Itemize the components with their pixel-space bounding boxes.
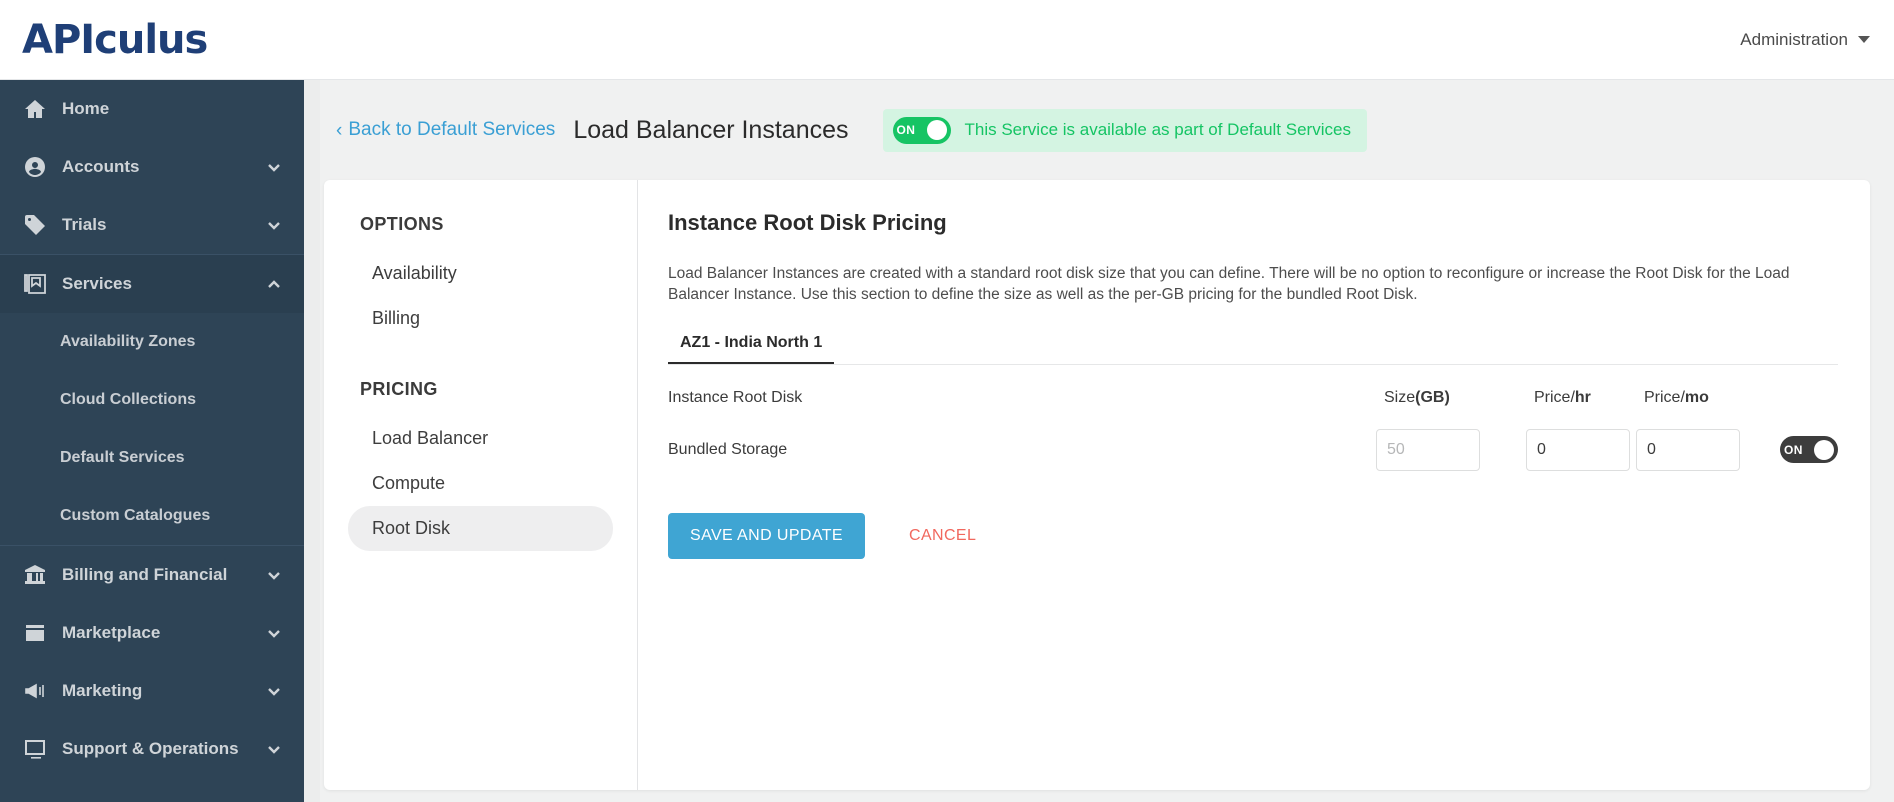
- sidebar-subitem-availability-zones[interactable]: Availability Zones: [0, 313, 304, 371]
- brand-logo-upper: API: [22, 17, 94, 63]
- sidebar-item-label: Trials: [62, 215, 266, 235]
- page-title: Load Balancer Instances: [573, 116, 848, 145]
- sidebar-subitem-cloud-collections[interactable]: Cloud Collections: [0, 371, 304, 429]
- home-icon: [22, 96, 48, 122]
- sidebar-item-trials[interactable]: Trials: [0, 196, 304, 254]
- table-row: Bundled Storage ON: [668, 429, 1838, 471]
- price-mo-input[interactable]: [1636, 429, 1740, 471]
- availability-text: This Service is available as part of Def…: [965, 120, 1351, 140]
- pricing-table-header: Instance Root Disk Size(GB) Price/hr Pri…: [668, 389, 1838, 407]
- content-heading: Instance Root Disk Pricing: [668, 210, 1838, 236]
- column-header-price-mo-unit: mo: [1685, 389, 1709, 406]
- chevron-down-icon: [266, 741, 282, 757]
- row-toggle-cell: ON: [1746, 436, 1838, 463]
- sidebar-item-label: Home: [62, 99, 282, 119]
- service-availability-toggle[interactable]: ON: [893, 117, 951, 144]
- toggle-state-label: ON: [897, 123, 916, 137]
- chevron-up-icon: [266, 276, 282, 292]
- row-label-bundled-storage: Bundled Storage: [668, 441, 1376, 459]
- pricing-item-root-disk[interactable]: Root Disk: [348, 506, 613, 551]
- back-link-label: Back to Default Services: [348, 119, 555, 141]
- pricing-item-load-balancer[interactable]: Load Balancer: [348, 416, 613, 461]
- row-size-cell: [1376, 429, 1526, 471]
- sidebar-item-label: Support & Operations: [62, 739, 266, 759]
- save-and-update-button[interactable]: SAVE AND UPDATE: [668, 513, 865, 559]
- chevron-down-icon: [266, 567, 282, 583]
- price-hr-input[interactable]: [1526, 429, 1630, 471]
- brand-logo-lower: culus: [94, 17, 207, 63]
- sidebar-item-billing-and-financial[interactable]: Billing and Financial: [0, 546, 304, 604]
- back-to-default-services-link[interactable]: ‹ Back to Default Services: [336, 119, 555, 141]
- sidebar-item-marketplace[interactable]: Marketplace: [0, 604, 304, 662]
- row-price-mo-cell: [1636, 429, 1746, 471]
- cancel-button[interactable]: CANCEL: [905, 513, 980, 559]
- main-content: ‹ Back to Default Services Load Balancer…: [320, 80, 1894, 802]
- form-actions: SAVE AND UPDATE CANCEL: [668, 513, 1838, 559]
- sidebar: Home Accounts Trials Services Availabili…: [0, 80, 304, 802]
- megaphone-icon: [22, 678, 48, 704]
- column-header-instance-root-disk: Instance Root Disk: [668, 389, 1376, 407]
- toggle-knob: [927, 120, 947, 140]
- sidebar-item-label: Billing and Financial: [62, 565, 266, 585]
- row-price-hr-cell: [1526, 429, 1636, 471]
- column-header-price-hr-unit: hr: [1575, 389, 1591, 406]
- chevron-down-icon: [1858, 36, 1870, 43]
- column-header-price-hr: Price/hr: [1526, 389, 1636, 407]
- chevron-down-icon: [266, 683, 282, 699]
- sidebar-item-accounts[interactable]: Accounts: [0, 138, 304, 196]
- chevron-left-icon: ‹: [336, 121, 342, 140]
- options-item-availability[interactable]: Availability: [348, 251, 613, 296]
- column-header-price-mo: Price/mo: [1636, 389, 1746, 407]
- sidebar-subitem-custom-catalogues[interactable]: Custom Catalogues: [0, 487, 304, 545]
- az-tabs: AZ1 - India North 1: [668, 328, 1838, 365]
- page-header: ‹ Back to Default Services Load Balancer…: [320, 80, 1894, 180]
- store-icon: [22, 620, 48, 646]
- settings-card: OPTIONS Availability Billing PRICING Loa…: [324, 180, 1870, 790]
- content-description: Load Balancer Instances are created with…: [668, 264, 1838, 306]
- administration-menu[interactable]: Administration: [1740, 30, 1870, 50]
- monitor-icon: [22, 736, 48, 762]
- brand-logo: APIculus: [22, 20, 207, 60]
- toggle-state-label: ON: [1784, 443, 1803, 457]
- content-panel: Instance Root Disk Pricing Load Balancer…: [638, 180, 1870, 790]
- sidebar-item-label: Marketing: [62, 681, 266, 701]
- pricing-item-compute[interactable]: Compute: [348, 461, 613, 506]
- chevron-down-icon: [266, 217, 282, 233]
- sidebar-item-services[interactable]: Services: [0, 255, 304, 313]
- column-header-size-unit: (GB): [1415, 389, 1450, 406]
- sidebar-item-label: Services: [62, 274, 266, 294]
- options-item-billing[interactable]: Billing: [348, 296, 613, 341]
- options-panel: OPTIONS Availability Billing PRICING Loa…: [324, 180, 638, 790]
- sidebar-subitem-default-services[interactable]: Default Services: [0, 429, 304, 487]
- column-header-price-mo-prefix: Price/: [1644, 389, 1685, 406]
- layers-icon: [22, 271, 48, 297]
- pricing-section-heading: PRICING: [324, 379, 637, 400]
- service-availability-badge: ON This Service is available as part of …: [883, 109, 1367, 152]
- sidebar-item-label: Accounts: [62, 157, 266, 177]
- chevron-down-icon: [266, 159, 282, 175]
- bundled-storage-toggle[interactable]: ON: [1780, 436, 1838, 463]
- chevron-down-icon: [266, 625, 282, 641]
- sidebar-edge: [304, 80, 320, 802]
- sidebar-item-support-and-operations[interactable]: Support & Operations: [0, 720, 304, 778]
- column-header-size: Size(GB): [1376, 389, 1526, 407]
- toggle-knob: [1814, 440, 1834, 460]
- column-header-size-prefix: Size: [1384, 389, 1415, 406]
- tag-icon: [22, 212, 48, 238]
- tab-az1-india-north-1[interactable]: AZ1 - India North 1: [668, 328, 834, 364]
- sidebar-item-label: Marketplace: [62, 623, 266, 643]
- sidebar-item-home[interactable]: Home: [0, 80, 304, 138]
- column-header-price-hr-prefix: Price/: [1534, 389, 1575, 406]
- options-section-heading: OPTIONS: [324, 214, 637, 235]
- size-input[interactable]: [1376, 429, 1480, 471]
- top-bar: APIculus Administration: [0, 0, 1894, 80]
- bank-icon: [22, 562, 48, 588]
- user-circle-icon: [22, 154, 48, 180]
- administration-menu-label: Administration: [1740, 30, 1848, 50]
- sidebar-item-marketing[interactable]: Marketing: [0, 662, 304, 720]
